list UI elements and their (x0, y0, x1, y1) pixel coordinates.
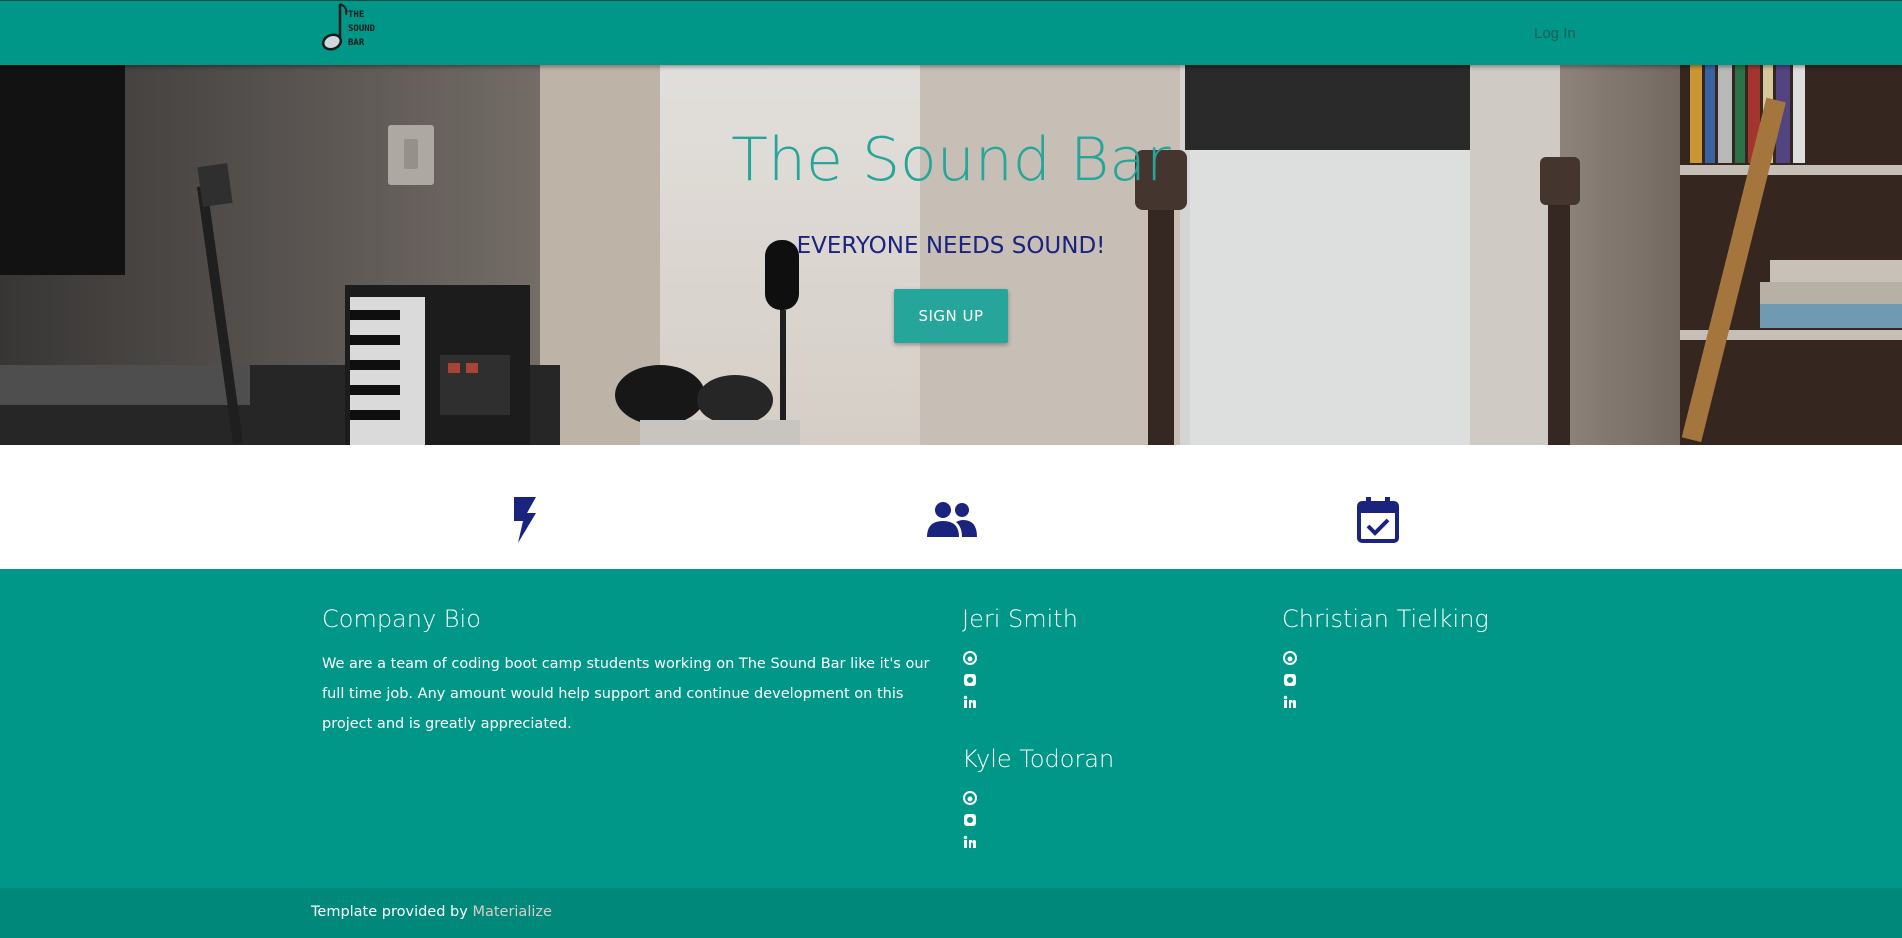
login-link[interactable]: Log In (1534, 25, 1576, 42)
linkedin-icon[interactable] (1283, 695, 1297, 709)
copyright-text: Template provided by Materialize (311, 904, 552, 920)
signup-button[interactable]: SIGN UP (894, 289, 1008, 343)
hero-banner: The Sound Bar EVERYONE NEEDS SOUND! SIGN… (0, 65, 1902, 445)
instagram-icon[interactable] (1283, 673, 1297, 687)
github-icon[interactable] (1283, 651, 1297, 665)
top-navbar: THE SOUND BAR Log In (0, 0, 1902, 65)
member-name-kyle-todoran: Kyle Todoran (962, 745, 1115, 773)
feature-icon-row (0, 445, 1902, 569)
linkedin-icon[interactable] (963, 835, 977, 849)
logo-line-2: SOUND (348, 24, 376, 34)
linkedin-icon[interactable] (963, 695, 977, 709)
github-icon[interactable] (963, 791, 977, 805)
github-icon[interactable] (963, 651, 977, 665)
member-name-jeri-smith: Jeri Smith (962, 605, 1078, 633)
member-name-christian-tielking: Christian Tielking (1282, 605, 1489, 633)
hero-subtitle: EVERYONE NEEDS SOUND! (796, 233, 1106, 259)
flash-icon (514, 497, 536, 543)
calendar-check-icon (1357, 497, 1399, 543)
group-icon (927, 502, 977, 537)
company-bio-title: Company Bio (322, 605, 481, 633)
hero-title: The Sound Bar (731, 125, 1171, 195)
copyright-prefix: Template provided by (311, 904, 473, 920)
materialize-link[interactable]: Materialize (472, 904, 551, 920)
site-logo[interactable]: THE SOUND BAR (310, 1, 392, 55)
logo-line-3: BAR (348, 38, 365, 48)
instagram-icon[interactable] (963, 813, 977, 827)
company-bio-text: We are a team of coding boot camp studen… (322, 656, 930, 732)
copyright-bar: Template provided by Materialize (0, 888, 1902, 938)
instagram-icon[interactable] (963, 673, 977, 687)
page-footer: Company Bio We are a team of coding boot… (0, 569, 1902, 888)
logo-line-1: THE (348, 10, 364, 20)
music-note-icon: THE SOUND BAR (321, 3, 376, 51)
